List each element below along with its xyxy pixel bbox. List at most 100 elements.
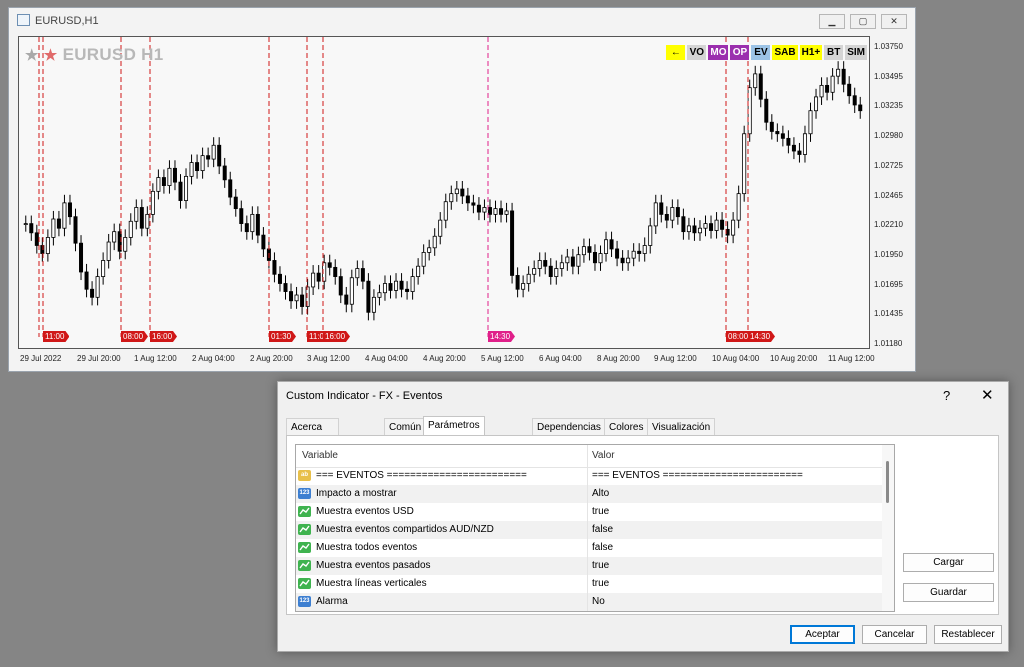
candle-body [554, 268, 559, 277]
minimize-icon[interactable]: ▁ [819, 14, 845, 29]
event-time-label[interactable]: 11:00 [43, 331, 70, 342]
candle-body [355, 268, 360, 279]
help-icon[interactable]: ? [943, 388, 950, 403]
cancel-button[interactable]: Cancelar [862, 625, 927, 644]
event-filter-button[interactable]: VO [687, 45, 707, 60]
candle-body [327, 262, 332, 268]
candle-body [95, 276, 100, 298]
candle-body [410, 276, 415, 292]
reset-button[interactable]: Restablecer [934, 625, 1002, 644]
event-time-label[interactable]: 08:00 [121, 331, 149, 342]
candle-body [487, 207, 492, 215]
candle-body [128, 220, 133, 238]
time-tick: 11 Aug 12:00 [828, 354, 875, 363]
event-filter-button[interactable]: H1+ [799, 45, 823, 60]
event-filter-button[interactable]: OP [730, 45, 750, 60]
candle-body [797, 150, 802, 155]
scrollbar-thumb[interactable] [886, 461, 889, 503]
candle-body [808, 110, 813, 135]
candle-body [764, 98, 769, 123]
parameter-row[interactable]: Muestra eventos compartidos AUD/NZD false [296, 521, 882, 539]
parameter-row[interactable]: ab === EVENTOS ======================== ==… [296, 467, 882, 485]
candle-body [670, 207, 675, 221]
parameter-row[interactable]: 123 Impacto a mostrar Alto [296, 485, 882, 503]
tab-visualizacion[interactable]: Visualización [647, 418, 716, 435]
dialog-close-icon[interactable]: ✕ [981, 386, 994, 404]
chart-window-titlebar[interactable]: EURUSD,H1 ▁ ▢ ✕ [9, 8, 915, 34]
save-button[interactable]: Guardar [903, 583, 994, 602]
candle-body [587, 246, 592, 253]
time-tick: 4 Aug 20:00 [423, 354, 466, 363]
event-filter-button[interactable]: EV [751, 45, 771, 60]
price-tick: 1.01435 [874, 309, 903, 319]
parameter-value[interactable]: true [592, 578, 609, 589]
candle-body [371, 296, 376, 313]
event-filter-button[interactable]: ← [666, 45, 686, 60]
parameter-row[interactable]: Muestra líneas verticales true [296, 575, 882, 593]
candle-body [156, 177, 161, 192]
parameter-value[interactable]: Alto [592, 488, 609, 499]
candle-body [349, 277, 354, 305]
event-filter-button[interactable]: BT [824, 45, 844, 60]
parameter-value[interactable]: No [592, 596, 605, 607]
candle-body [559, 262, 564, 269]
event-time-label[interactable]: 14:30 [488, 331, 516, 342]
parameter-value[interactable]: false [592, 524, 613, 535]
event-time-label[interactable]: 01:30 [269, 331, 297, 342]
parameter-value[interactable]: === EVENTOS ======================== [592, 470, 803, 481]
parameter-value[interactable]: true [592, 560, 609, 571]
parameter-row[interactable]: 123 Alarma No [296, 593, 882, 611]
close-icon[interactable]: ✕ [881, 14, 907, 29]
ok-button[interactable]: Aceptar [790, 625, 855, 644]
candle-body [482, 207, 487, 213]
candle-body [161, 177, 166, 186]
candle-body [686, 225, 691, 233]
parameter-value[interactable]: true [592, 506, 609, 517]
candle-body [382, 283, 387, 294]
tab-comun[interactable]: Común [384, 418, 427, 435]
candle-body [825, 84, 830, 93]
header-value[interactable]: Valor [592, 450, 615, 461]
time-tick: 29 Jul 2022 [20, 354, 62, 363]
event-time-label[interactable]: 14:30 [748, 331, 776, 342]
grid-scrollbar[interactable] [882, 445, 894, 611]
event-filter-button[interactable]: SIM [845, 45, 867, 60]
load-button[interactable]: Cargar [903, 553, 994, 572]
parameter-value[interactable]: false [592, 542, 613, 553]
candle-body [631, 250, 636, 259]
time-tick: 2 Aug 04:00 [192, 354, 235, 363]
parameter-row[interactable]: Muestra eventos pasados true [296, 557, 882, 575]
event-time-label[interactable]: 16:00 [150, 331, 178, 342]
parameter-row[interactable]: Muestra todos eventos false [296, 539, 882, 557]
candle-body [443, 201, 448, 221]
candle-body [289, 291, 294, 302]
candle-body [515, 275, 520, 290]
star-gray-icon: ★ [25, 47, 39, 64]
chart-window[interactable]: EURUSD,H1 ▁ ▢ ✕ ★ ★ EURUSD H1 ← VO MO OP EV S… [8, 7, 916, 372]
candle-body [775, 131, 780, 135]
candle-body [51, 218, 56, 238]
candle-body [449, 193, 454, 203]
maximize-icon[interactable]: ▢ [850, 14, 876, 29]
event-time-label[interactable]: 16:00 [323, 331, 351, 342]
price-tick: 1.01180 [874, 339, 903, 348]
time-tick: 3 Aug 12:00 [307, 354, 350, 363]
candle-body [510, 210, 515, 276]
price-chart[interactable]: ★ ★ EURUSD H1 ← VO MO OP EV SAB H1+ BT SIM 11:00… [18, 36, 870, 349]
candle-body [841, 68, 846, 85]
header-variable[interactable]: Variable [302, 450, 338, 461]
tab-colores[interactable]: Colores [604, 418, 649, 435]
tab-dependencias[interactable]: Dependencias [532, 418, 606, 435]
time-axis: 29 Jul 2022 29 Jul 20:00 1 Aug 12:00 2 Aug … [18, 349, 875, 369]
tab-acerca[interactable]: Acerca del programa [286, 418, 339, 467]
event-filter-button[interactable]: SAB [772, 45, 798, 60]
candle-body [814, 96, 819, 112]
candle-body [244, 223, 249, 233]
candle-body [206, 155, 211, 160]
time-tick: 6 Aug 04:00 [539, 354, 582, 363]
parameter-row[interactable]: Muestra eventos USD true [296, 503, 882, 521]
tab-parametros[interactable]: Parámetros de entrada [423, 416, 485, 448]
candle-body [537, 260, 542, 269]
event-filter-button[interactable]: MO [708, 45, 729, 60]
candle-body [427, 247, 432, 253]
